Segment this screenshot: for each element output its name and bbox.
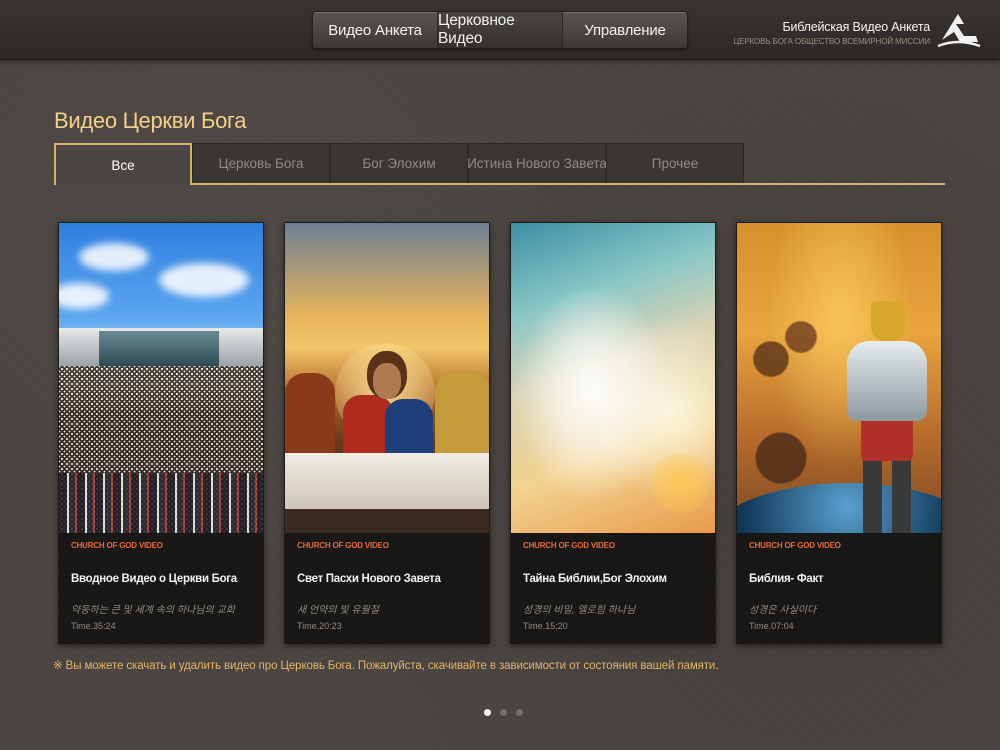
video-title: Вводное Видео о Церкви Бога: [71, 573, 237, 585]
video-tag: CHURCH OF GOD VIDEO: [749, 541, 841, 550]
video-thumbnail: [737, 223, 941, 533]
video-tag: CHURCH OF GOD VIDEO: [71, 541, 163, 550]
bible-logo-icon: [937, 14, 981, 48]
video-thumbnail: [285, 223, 489, 533]
page-dot-2[interactable]: [500, 709, 507, 716]
top-bar: Видео Анкета Церковное Видео Управление …: [0, 0, 1000, 60]
nav-video-survey[interactable]: Видео Анкета: [313, 12, 438, 48]
main-nav: Видео Анкета Церковное Видео Управление: [312, 11, 688, 49]
tab-church-of-god[interactable]: Церковь Бога: [192, 143, 330, 183]
brand: Библейская Видео Анкета ЦЕРКОВЬ БОГА ОБЩ…: [733, 20, 930, 46]
brand-title: Библейская Видео Анкета: [782, 20, 930, 34]
video-info: CHURCH OF GOD VIDEO Вводное Видео о Церк…: [59, 533, 263, 643]
video-tag: CHURCH OF GOD VIDEO: [523, 541, 615, 550]
video-duration: Time.07:04: [749, 621, 794, 631]
video-thumbnail: [511, 223, 715, 533]
video-info: CHURCH OF GOD VIDEO Тайна Библии,Бог Эло…: [511, 533, 715, 643]
video-title: Библия- Факт: [749, 573, 824, 585]
tab-other[interactable]: Прочее: [606, 143, 744, 183]
video-title: Свет Пасхи Нового Завета: [297, 573, 441, 585]
video-card[interactable]: CHURCH OF GOD VIDEO Свет Пасхи Нового За…: [284, 222, 490, 644]
video-subtitle: 새 언약의 빛 유월절: [297, 605, 379, 616]
page-dot-1[interactable]: [484, 709, 491, 716]
video-thumbnail: [59, 223, 263, 533]
video-card[interactable]: CHURCH OF GOD VIDEO Вводное Видео о Церк…: [58, 222, 264, 644]
video-duration: Time.20:23: [297, 621, 342, 631]
video-subtitle: 약동하는 큰 및 세계 속의 하나님의 교회: [71, 605, 235, 616]
video-subtitle: 성경은 사실이다: [749, 605, 817, 616]
video-info: CHURCH OF GOD VIDEO Библия- Факт 성경은 사실이…: [737, 533, 941, 643]
video-info: CHURCH OF GOD VIDEO Свет Пасхи Нового За…: [285, 533, 489, 643]
video-duration: Time.35:24: [71, 621, 116, 631]
tab-all[interactable]: Все: [54, 143, 192, 185]
page-title: Видео Церкви Бога: [54, 108, 247, 133]
video-card[interactable]: CHURCH OF GOD VIDEO Тайна Библии,Бог Эло…: [510, 222, 716, 644]
category-tabs: Все Церковь Бога Бог Элохим Истина Новог…: [54, 143, 945, 185]
page-indicator: [484, 709, 523, 716]
video-duration: Time.15:20: [523, 621, 568, 631]
tab-god-elohim[interactable]: Бог Элохим: [330, 143, 468, 183]
tab-new-covenant-truth[interactable]: Истина Нового Завета: [467, 143, 607, 183]
video-tag: CHURCH OF GOD VIDEO: [297, 541, 389, 550]
video-subtitle: 성경의 비밀, 엘로힘 하나님: [523, 605, 636, 616]
video-card-list: CHURCH OF GOD VIDEO Вводное Видео о Церк…: [58, 222, 942, 644]
video-title: Тайна Библии,Бог Элохим: [523, 573, 667, 585]
page-dot-3[interactable]: [516, 709, 523, 716]
nav-church-video[interactable]: Церковное Видео: [438, 12, 563, 48]
video-card[interactable]: CHURCH OF GOD VIDEO Библия- Факт 성경은 사실이…: [736, 222, 942, 644]
brand-subtitle: ЦЕРКОВЬ БОГА ОБЩЕСТВО ВСЕМИРНОЙ МИССИИ: [733, 37, 930, 46]
storage-note: ※ Вы можете скачать и удалить видео про …: [53, 660, 719, 672]
nav-management[interactable]: Управление: [563, 12, 687, 48]
